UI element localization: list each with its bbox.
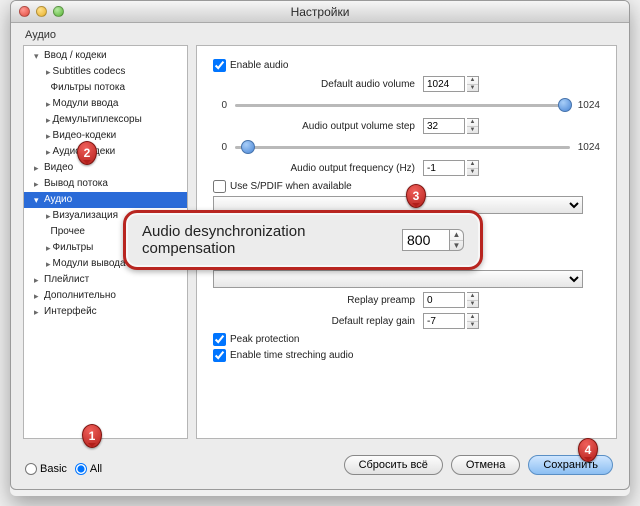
default-volume-stepper[interactable]: ▲▼	[467, 76, 479, 92]
default-gain-input[interactable]	[423, 313, 465, 329]
tree-demuxers[interactable]: ▸Демультиплексоры	[24, 112, 187, 128]
desync-stepper[interactable]: ▲▼	[450, 229, 464, 251]
replay-preamp-label: Replay preamp	[213, 295, 423, 306]
tree-access-modules[interactable]: ▸Модули ввода	[24, 96, 187, 112]
peak-label: Peak protection	[230, 334, 300, 345]
save-button[interactable]: Сохранить	[528, 455, 613, 475]
volume-step-stepper[interactable]: ▲▼	[467, 118, 479, 134]
volume-step-label: Audio output volume step	[213, 121, 423, 132]
mode-selector: Basic All	[25, 463, 102, 475]
tree-advanced[interactable]: ▸Дополнительно	[24, 288, 187, 304]
slider1-min: 0	[213, 100, 227, 111]
cancel-button[interactable]: Отмена	[451, 455, 520, 475]
default-gain-stepper[interactable]: ▲▼	[467, 313, 479, 329]
default-gain-label: Default replay gain	[213, 316, 423, 327]
combo-2[interactable]	[213, 270, 583, 288]
enable-audio-checkbox[interactable]	[213, 59, 226, 72]
mode-basic[interactable]: Basic	[25, 463, 67, 475]
timestretch-label: Enable time streching audio	[230, 350, 353, 361]
tree-audio-codecs[interactable]: ▸Аудио-кодеки	[24, 144, 187, 160]
freq-input[interactable]	[423, 160, 465, 176]
desync-input[interactable]	[402, 229, 450, 251]
tree-video-codecs[interactable]: ▸Видео-кодеки	[24, 128, 187, 144]
tree-playlist[interactable]: ▸Плейлист	[24, 272, 187, 288]
peak-checkbox[interactable]	[213, 333, 226, 346]
tree-subtitles-codecs[interactable]: ▸Subtitles codecs	[24, 64, 187, 80]
default-volume-input[interactable]	[423, 76, 465, 92]
window-title: Настройки	[11, 5, 629, 19]
tree-stream-output[interactable]: ▸Вывод потока	[24, 176, 187, 192]
titlebar: Настройки	[11, 1, 629, 23]
volume-step-input[interactable]	[423, 118, 465, 134]
tree-video[interactable]: ▸Видео	[24, 160, 187, 176]
freq-label: Audio output frequency (Hz)	[213, 163, 423, 174]
tree-audio[interactable]: ▾Аудио	[24, 192, 187, 208]
mode-all[interactable]: All	[75, 463, 102, 475]
enable-audio-label: Enable audio	[230, 60, 288, 71]
reset-button[interactable]: Сбросить всё	[344, 455, 443, 475]
volume-slider[interactable]	[235, 97, 570, 113]
default-volume-label: Default audio volume	[213, 79, 423, 90]
slider2-min: 0	[213, 142, 227, 153]
spdif-checkbox[interactable]	[213, 180, 226, 193]
replay-preamp-input[interactable]	[423, 292, 465, 308]
slider2-max: 1024	[578, 142, 600, 153]
freq-stepper[interactable]: ▲▼	[467, 160, 479, 176]
slider1-max: 1024	[578, 100, 600, 111]
replay-preamp-stepper[interactable]: ▲▼	[467, 292, 479, 308]
highlight-desync: Audio desynchronization compensation ▲▼	[123, 210, 483, 270]
button-bar: Сбросить всё Отмена Сохранить	[344, 455, 613, 475]
tree-input-codecs[interactable]: ▾Ввод / кодеки	[24, 48, 187, 64]
desync-label: Audio desynchronization compensation	[142, 223, 388, 257]
tree-interface[interactable]: ▸Интерфейс	[24, 304, 187, 320]
spdif-label: Use S/PDIF when available	[230, 181, 352, 192]
section-heading: Аудио	[11, 23, 629, 44]
timestretch-checkbox[interactable]	[213, 349, 226, 362]
tree-stream-filters[interactable]: Фильтры потока	[24, 80, 187, 96]
volume-step-slider[interactable]	[235, 139, 570, 155]
